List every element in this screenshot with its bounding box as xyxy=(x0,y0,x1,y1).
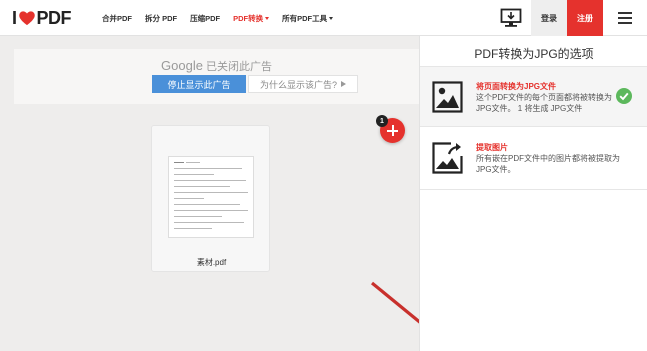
image-icon xyxy=(432,81,463,113)
option-convert-pages[interactable]: 将页面转换为JPG文件 这个PDF文件的每个页面都将被转换为JPG文件。 1 将… xyxy=(420,67,647,127)
option-extract-images[interactable]: 提取图片 所有嵌在PDF文件中的图片都将被提取为JPG文件。 xyxy=(420,128,647,190)
option-title: 提取图片 xyxy=(476,143,508,152)
option-description: 所有嵌在PDF文件中的图片都将被提取为JPG文件。 xyxy=(476,154,620,174)
option-description: 这个PDF文件的每个页面都将被转换为JPG文件。 1 将生成 JPG文件 xyxy=(476,93,612,113)
check-icon xyxy=(616,88,632,104)
extract-image-icon xyxy=(432,142,463,174)
panel-title: PDF转换为JPG的选项 xyxy=(474,47,594,61)
option-title: 将页面转换为JPG文件 xyxy=(476,82,557,91)
options-panel: PDF转换为JPG的选项 将页面转换为JPG文件 这个PDF文件的每个页面都将被… xyxy=(419,36,647,351)
